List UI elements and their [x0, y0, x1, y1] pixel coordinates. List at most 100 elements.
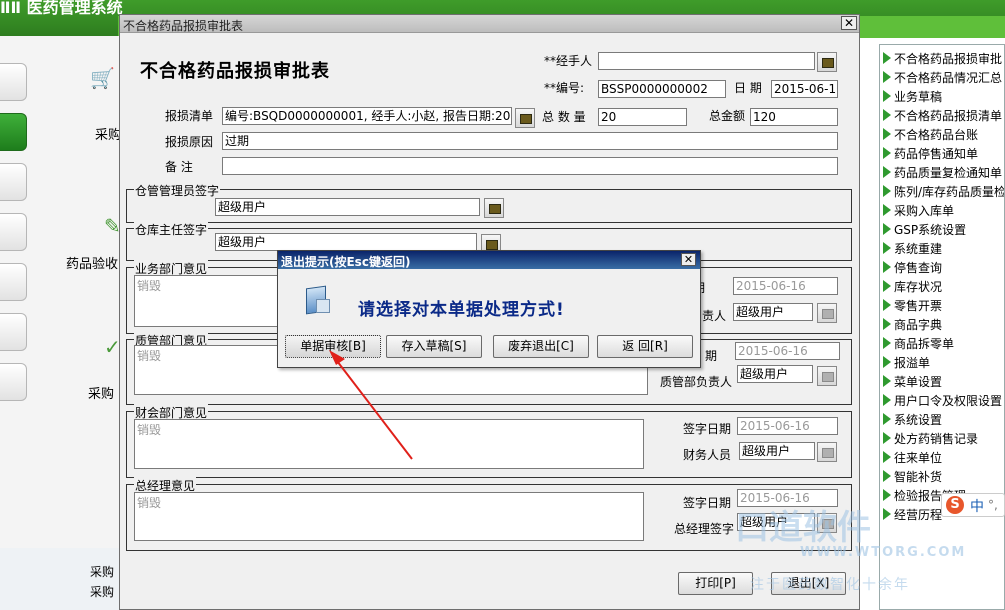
- date-label: 日 期: [734, 81, 762, 95]
- business-person-field[interactable]: 超级用户: [733, 303, 813, 321]
- number-field[interactable]: BSSP0000000002: [598, 80, 726, 98]
- left-label-purchase-2[interactable]: 采购: [88, 383, 114, 402]
- qty-field[interactable]: 20: [598, 108, 687, 126]
- cart-icon[interactable]: 🛒: [90, 66, 115, 90]
- quality-person-label: 质管部负责人: [660, 375, 733, 389]
- note-field[interactable]: [222, 157, 838, 175]
- arrow-right-icon: [883, 299, 891, 311]
- close-icon[interactable]: ✕: [841, 16, 857, 30]
- list-item[interactable]: 库存状况: [883, 278, 942, 297]
- side-button-active[interactable]: [0, 113, 27, 151]
- quality-person-field[interactable]: 超级用户: [737, 365, 813, 383]
- handler-label: **经手人: [544, 54, 593, 68]
- handler-field[interactable]: [598, 52, 815, 70]
- side-button-1[interactable]: [0, 63, 27, 101]
- number-label: **编号:: [544, 81, 585, 95]
- document-icon: [302, 285, 332, 317]
- list-item[interactable]: 不合格药品报损清单: [883, 107, 1002, 126]
- side-button-7[interactable]: [0, 363, 27, 401]
- arrow-right-icon: [883, 242, 891, 254]
- list-pick-button[interactable]: [515, 108, 535, 128]
- bottom-left-item-1[interactable]: 采购: [90, 563, 114, 580]
- list-item[interactable]: 停售查询: [883, 259, 942, 278]
- app-title: ⅡⅡ 医药管理系统: [0, 0, 123, 17]
- bottom-left-item-2[interactable]: 采购: [90, 583, 114, 600]
- warehouse-head-field[interactable]: 超级用户: [215, 233, 477, 251]
- popup-caption-bar: 退出提示(按Esc键返回) ✕: [278, 251, 700, 269]
- reason-field[interactable]: 过期: [222, 132, 838, 150]
- warehouse-admin-field[interactable]: 超级用户: [215, 198, 480, 216]
- list-item[interactable]: 不合格药品情况汇总: [883, 69, 1002, 88]
- ime-mode-label[interactable]: 中: [970, 496, 984, 516]
- list-item[interactable]: 陈列/库存药品质量检: [883, 183, 1004, 202]
- punct-icon[interactable]: °,: [988, 498, 998, 512]
- gm-date-label: 签字日期: [683, 496, 732, 510]
- list-item[interactable]: GSP系统设置: [883, 221, 966, 240]
- arrow-right-icon: [883, 261, 891, 273]
- side-button-5[interactable]: [0, 263, 27, 301]
- finance-person-label: 财务人员: [683, 448, 732, 462]
- business-person-pick-button[interactable]: [817, 303, 837, 323]
- list-item[interactable]: 药品停售通知单: [883, 145, 978, 164]
- ime-toolbar[interactable]: S 中 °,: [941, 493, 1005, 517]
- side-button-3[interactable]: [0, 163, 27, 201]
- warehouse-admin-pick-button[interactable]: [484, 198, 504, 218]
- list-item[interactable]: 菜单设置: [883, 373, 942, 392]
- list-item[interactable]: 不合格药品台账: [883, 126, 978, 145]
- watermark-url: WWW.WTORG.COM: [800, 545, 967, 560]
- finance-person-pick-button[interactable]: [817, 442, 837, 462]
- list-item[interactable]: 商品拆零单: [883, 335, 954, 354]
- sogou-icon[interactable]: S: [946, 496, 964, 514]
- list-item[interactable]: 报溢单: [883, 354, 930, 373]
- left-label-purchase[interactable]: 采购: [95, 124, 121, 143]
- arrow-right-icon: [883, 185, 891, 197]
- warehouse-head-label: 仓库主任签字: [134, 221, 209, 238]
- date-field[interactable]: 2015-06-16: [771, 80, 838, 98]
- list-item[interactable]: 往来单位: [883, 449, 942, 468]
- arrow-right-icon: [883, 52, 891, 64]
- quality-person-pick-button[interactable]: [817, 366, 837, 386]
- arrowhead-icon: [329, 350, 345, 365]
- list-item[interactable]: 药品质量复检通知单: [883, 164, 1002, 183]
- list-item[interactable]: 采购入库单: [883, 202, 954, 221]
- arrow-right-icon: [883, 451, 891, 463]
- quality-date-field[interactable]: 2015-06-16: [735, 342, 840, 360]
- arrow-shaft: [333, 356, 413, 460]
- side-button-4[interactable]: [0, 213, 27, 251]
- dialog-caption-bar: 不合格药品报损审批表 ✕: [120, 15, 859, 33]
- arrow-right-icon: [883, 470, 891, 482]
- amount-label: 总金额: [709, 109, 746, 123]
- list-item[interactable]: 系统设置: [883, 411, 942, 430]
- gm-opinion-textarea[interactable]: 销毁: [134, 492, 644, 541]
- print-button[interactable]: 打印[P]: [678, 572, 753, 595]
- arrow-right-icon: [883, 204, 891, 216]
- finance-person-field[interactable]: 超级用户: [739, 442, 815, 460]
- left-label-drug-check[interactable]: 药品验收: [66, 253, 118, 272]
- business-date-field[interactable]: 2015-06-16: [733, 277, 838, 295]
- close-icon[interactable]: ✕: [681, 253, 696, 266]
- finance-date-field[interactable]: 2015-06-16: [737, 417, 838, 435]
- list-item[interactable]: 用户口令及权限设置: [883, 392, 1002, 411]
- dialog-caption: 不合格药品报损审批表: [123, 19, 244, 33]
- list-item[interactable]: 处方药销售记录: [883, 430, 978, 449]
- return-button[interactable]: 返 回[R]: [597, 335, 693, 358]
- list-field[interactable]: 编号:BSQD0000000001, 经手人:小赵, 报告日期:2015-: [222, 107, 512, 125]
- qty-label: 总 数 量: [542, 110, 586, 124]
- watermark-slogan: 注于医药数智化十余年: [750, 577, 910, 593]
- arrow-right-icon: [883, 356, 891, 368]
- list-item[interactable]: 业务草稿: [883, 88, 942, 107]
- list-item[interactable]: 智能补货: [883, 468, 942, 487]
- arrow-right-icon: [883, 337, 891, 349]
- arrow-right-icon: [883, 432, 891, 444]
- list-item[interactable]: 商品字典: [883, 316, 942, 335]
- side-button-6[interactable]: [0, 313, 27, 351]
- note-label: 备 注: [165, 160, 193, 174]
- list-item[interactable]: 零售开票: [883, 297, 942, 316]
- list-item[interactable]: 不合格药品报损审批: [883, 50, 1002, 69]
- handler-pick-button[interactable]: [817, 52, 837, 72]
- list-item[interactable]: 系统重建: [883, 240, 942, 259]
- amount-field[interactable]: 120: [750, 108, 838, 126]
- discard-exit-button[interactable]: 废弃退出[C]: [493, 335, 589, 358]
- arrow-right-icon: [883, 71, 891, 83]
- popup-message: 请选择对本单据处理方式!: [358, 300, 565, 320]
